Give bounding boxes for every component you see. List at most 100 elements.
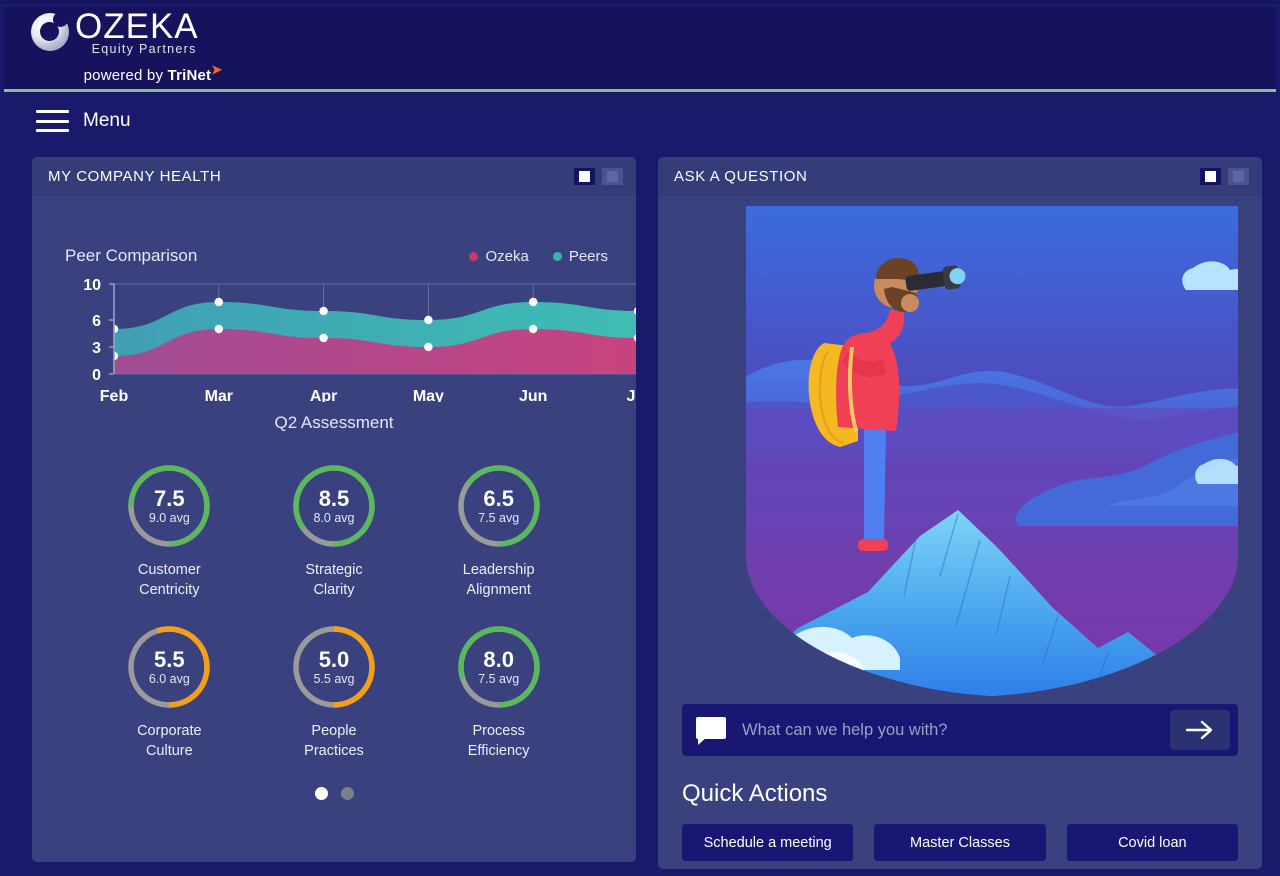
gauge-dial: 7.5 9.0 avg — [124, 461, 214, 551]
gauge-value: 6.5 — [483, 485, 514, 511]
legend-label-peers: Peers — [568, 248, 608, 265]
svg-text:Feb: Feb — [100, 388, 129, 402]
gauge-label: Customer Centricity — [138, 560, 201, 600]
svg-text:Mar: Mar — [205, 388, 233, 402]
svg-text:3: 3 — [92, 340, 101, 357]
explorer-illustration-svg — [746, 206, 1238, 696]
gauge-average: 8.0 avg — [313, 510, 355, 525]
gauge-label-line1: Process — [472, 723, 525, 739]
gauge-label-line1: Strategic — [305, 562, 363, 578]
gauge-average: 5.5 avg — [313, 671, 355, 686]
view-toggle-list[interactable] — [602, 167, 623, 185]
carousel-pagination — [32, 787, 636, 800]
peer-comparison-chart: Peer Comparison Ozeka Peers 0 3 6 10 Feb Mar A… — [32, 196, 636, 402]
gauge-dial: 5.0 5.5 avg — [289, 622, 379, 712]
view-toggle-grid[interactable] — [574, 167, 595, 185]
brand-header: OZEKA Equity Partners powered by TriNet➤ — [4, 7, 1276, 89]
svg-text:10: 10 — [83, 277, 101, 294]
gauge-label: Process Efficiency — [468, 721, 530, 761]
quick-action-button[interactable]: Schedule a meeting — [682, 824, 854, 861]
menu-bar: Menu — [4, 104, 1276, 148]
assessment-title: Q2 Assessment — [274, 413, 394, 432]
gauge-label-line1: Corporate — [137, 723, 202, 739]
chat-bubble-icon — [696, 717, 726, 745]
gauge-label: People Practices — [304, 721, 364, 761]
gauge-label-line2: Centricity — [139, 582, 200, 598]
svg-text:Apr: Apr — [310, 388, 338, 402]
gauge-dial: 8.0 7.5 avg — [454, 622, 544, 712]
right-view-toggles — [1200, 167, 1249, 185]
gauge-label-line1: People — [311, 723, 357, 739]
carousel-dot[interactable] — [340, 787, 354, 800]
brand-tagline: Equity Partners — [91, 41, 197, 56]
left-panel-title: MY COMPANY HEALTH — [48, 167, 222, 185]
svg-text:Jun: Jun — [519, 388, 547, 402]
gauge-value: 5.5 — [154, 646, 185, 672]
trinet-name: TriNet — [167, 67, 212, 84]
svg-text:6: 6 — [92, 313, 101, 330]
quick-actions-row: Schedule a meeting Master Classes Covid lo… — [682, 824, 1238, 861]
gauge-card[interactable]: 7.5 9.0 avg Customer Centricity — [87, 461, 252, 600]
chart-legend: Ozeka Peers — [469, 248, 608, 265]
gauge-grid: 7.5 9.0 avg Customer Centricity 8.5 8.0 avg St… — [32, 461, 636, 761]
gauge-label-line2: Efficiency — [467, 743, 530, 759]
left-view-toggles — [574, 167, 623, 185]
legend-swatch-ozeka — [469, 252, 479, 261]
gauge-average: 6.0 avg — [148, 671, 190, 686]
chart-title: Peer Comparison — [65, 246, 198, 265]
gauge-value: 8.5 — [318, 485, 350, 511]
gauge-card[interactable]: 5.5 6.0 avg Corporate Culture — [87, 622, 252, 761]
app-root: OZEKA Equity Partners powered by TriNet➤… — [0, 0, 1280, 876]
gauge-value: 5.0 — [318, 646, 350, 672]
top-strip-inner — [0, 0, 1280, 4]
gauge-card[interactable]: 8.5 8.0 avg Strategic Clarity — [252, 461, 417, 600]
explorer-illustration — [658, 196, 1262, 696]
gauge-label: Strategic Clarity — [305, 560, 362, 600]
arrow-right-icon — [1185, 720, 1213, 740]
right-view-toggle-list[interactable] — [1228, 167, 1249, 185]
trinet-arrow-icon: ➤ — [211, 62, 223, 77]
accent-rule — [4, 89, 1276, 92]
gauge-dial: 5.5 6.0 avg — [124, 622, 214, 712]
svg-text:Jul: Jul — [626, 388, 636, 402]
gauge-label-line2: Alignment — [466, 582, 531, 598]
quick-action-button[interactable]: Master Classes — [874, 824, 1046, 861]
svg-text:May: May — [413, 388, 444, 402]
my-company-health-panel: MY COMPANY HEALTH Peer Comparison Ozeka … — [32, 157, 636, 862]
menu-button[interactable]: Menu — [26, 104, 146, 138]
brand-logo[interactable]: OZEKA Equity Partners powered by TriNet➤ — [28, 6, 258, 89]
brand-name: OZEKA — [75, 6, 199, 46]
gauge-label-line2: Clarity — [313, 582, 355, 598]
ask-a-question-panel: ASK A QUESTION What can we help you with… — [658, 157, 1262, 869]
gauge-label-line1: Leadership — [462, 562, 535, 578]
left-panel-header: MY COMPANY HEALTH — [32, 157, 636, 196]
gauge-label-line1: Customer — [137, 562, 201, 578]
right-panel-header: ASK A QUESTION — [658, 157, 1262, 196]
gauge-label: Corporate Culture — [137, 721, 201, 761]
right-view-toggle-grid[interactable] — [1200, 167, 1221, 185]
legend-item-peers[interactable]: Peers — [552, 248, 608, 265]
gauge-card[interactable]: 6.5 7.5 avg Leadership Alignment — [416, 461, 581, 600]
question-input[interactable] — [726, 720, 1170, 740]
gauge-value: 7.5 — [154, 485, 185, 511]
carousel-dot[interactable] — [314, 787, 328, 800]
gauge-dial: 8.5 8.0 avg — [289, 461, 379, 551]
svg-text:0: 0 — [92, 367, 101, 384]
gauge-dial: 6.5 7.5 avg — [454, 461, 544, 551]
gauge-card[interactable]: 8.0 7.5 avg Process Efficiency — [416, 622, 581, 761]
ozeka-ring-icon — [28, 10, 72, 54]
quick-actions-title: Quick Actions — [682, 780, 828, 807]
gauge-card[interactable]: 5.0 5.5 avg People Practices — [252, 622, 417, 761]
gauge-label-line2: Culture — [145, 743, 193, 759]
question-search-bar[interactable] — [682, 704, 1238, 756]
right-panel-title: ASK A QUESTION — [674, 167, 808, 185]
gauge-label: Leadership Alignment — [463, 560, 535, 600]
send-question-button[interactable] — [1170, 710, 1230, 750]
chart-canvas: 0 3 6 10 Feb Mar Apr May Jun Jul — [83, 277, 636, 402]
quick-action-button[interactable]: Covid loan — [1066, 824, 1238, 861]
gauge-value: 8.0 — [483, 646, 514, 672]
legend-item-ozeka[interactable]: Ozeka — [469, 248, 529, 265]
powered-prefix: powered by — [83, 67, 168, 84]
hamburger-icon — [36, 110, 69, 132]
gauge-average: 7.5 avg — [478, 671, 520, 686]
